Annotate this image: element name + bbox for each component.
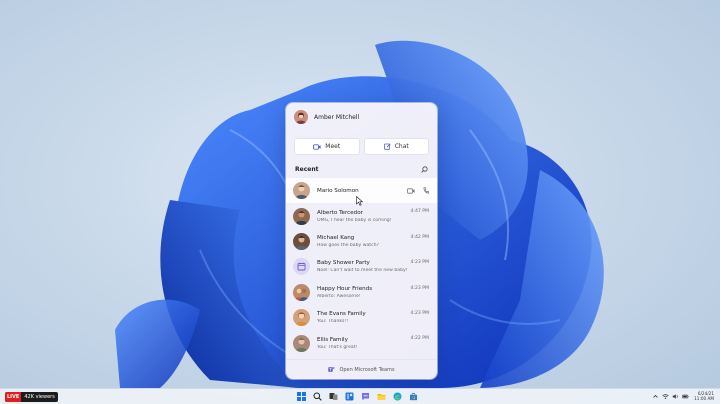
clock[interactable]: 6/24/21 11:00 AM	[694, 391, 714, 401]
contact-preview: You: Thanks!!	[317, 319, 349, 325]
contact-avatar	[293, 283, 310, 301]
contact-preview: Alberto: Awesome!	[317, 293, 361, 299]
meet-button[interactable]: Meet	[294, 138, 360, 155]
action-row: Meet Chat	[286, 131, 437, 155]
phone-call-icon[interactable]	[423, 187, 429, 194]
user-avatar[interactable]	[294, 110, 308, 124]
video-camera-icon	[313, 143, 321, 150]
contact-time: 4:23 PM	[410, 285, 429, 291]
meet-label: Meet	[325, 143, 341, 150]
contact-avatar	[293, 182, 310, 200]
clock-date: 11:00 AM	[694, 396, 714, 402]
contact-avatar	[293, 207, 310, 225]
contact-text: Mario Solomon	[317, 188, 407, 194]
contact-time: 4:23 PM	[410, 310, 429, 316]
contact-avatar	[293, 334, 310, 352]
recent-header: Recent	[286, 161, 437, 177]
contact-time: 4:47 PM	[410, 209, 429, 215]
user-name: Amber Mitchell	[314, 113, 360, 121]
contact-preview: Noel: Can't wait to meet the new baby!	[317, 268, 408, 274]
contact-time: 4:23 PM	[410, 260, 429, 266]
store-icon[interactable]	[408, 391, 419, 402]
list-item[interactable]: Baby Shower Party Noel: Can't wait to me…	[286, 254, 437, 279]
chat-flyout: Amber Mitchell Meet Chat Recent Mario So…	[286, 103, 437, 379]
contact-preview: How goes the baby watch?	[317, 242, 379, 248]
live-label: LIVE	[5, 392, 22, 402]
windows-start-icon[interactable]	[296, 391, 307, 402]
contact-actions	[407, 187, 429, 194]
chevron-up-icon[interactable]	[652, 393, 659, 400]
file-explorer-icon[interactable]	[376, 391, 387, 402]
open-teams-label: Open Microsoft Teams	[339, 366, 395, 373]
chat-label: Chat	[394, 143, 409, 150]
edge-icon[interactable]	[392, 391, 403, 402]
contact-time: 4:22 PM	[410, 336, 429, 342]
taskbar-apps	[296, 391, 419, 402]
viewers-count: 42K viewers	[24, 394, 55, 400]
contact-avatar	[293, 309, 310, 327]
list-item[interactable]: Michael Kang How goes the baby watch? 4:…	[286, 229, 437, 254]
widgets-icon[interactable]	[344, 391, 355, 402]
contact-time: 4:42 PM	[410, 234, 429, 240]
contact-preview: OMG, I hear the baby is coming!	[317, 217, 392, 223]
list-item[interactable]: Happy Hour Friends Alberto: Awesome! 4:2…	[286, 280, 437, 305]
compose-icon	[383, 143, 391, 150]
volume-icon[interactable]	[672, 393, 679, 400]
list-item[interactable]: Ellis Family You: That's great! 4:22 PM	[286, 330, 437, 355]
video-call-icon[interactable]	[407, 188, 415, 194]
search-icon[interactable]	[312, 391, 323, 402]
battery-icon[interactable]	[682, 393, 689, 400]
taskbar: LIVE 42K viewers 6/24/21 11:00 AM	[0, 388, 720, 404]
teams-chat-icon[interactable]	[360, 391, 371, 402]
teams-icon	[328, 367, 336, 372]
recent-label: Recent	[295, 165, 319, 173]
live-badge: LIVE 42K viewers	[5, 392, 58, 402]
chat-button[interactable]: Chat	[363, 138, 429, 155]
list-item[interactable]: Alberto Tercedor OMG, I hear the baby is…	[286, 203, 437, 228]
system-tray: 6/24/21 11:00 AM	[652, 391, 714, 401]
contact-avatar	[293, 232, 310, 250]
flyout-header: Amber Mitchell	[286, 103, 437, 131]
search-icon[interactable]	[421, 165, 428, 173]
open-teams-link[interactable]: Open Microsoft Teams	[286, 359, 437, 379]
contact-name: Mario Solomon	[317, 187, 359, 194]
list-item[interactable]: The Evans Family You: Thanks!! 4:23 PM	[286, 305, 437, 330]
wifi-icon[interactable]	[662, 393, 669, 400]
calendar-group-icon	[293, 258, 310, 276]
mouse-cursor-icon	[356, 196, 364, 206]
task-view-icon[interactable]	[328, 391, 339, 402]
contact-preview: You: That's great!	[317, 344, 358, 350]
